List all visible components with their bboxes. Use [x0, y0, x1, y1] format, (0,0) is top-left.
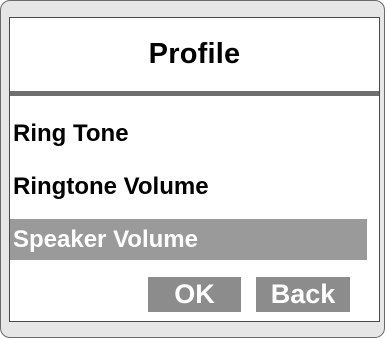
- ok-button-label: OK: [174, 279, 215, 309]
- device-frame: Profile Ring Tone Ringtone Volume Speake…: [0, 0, 385, 338]
- menu-item-label: Ring Tone: [13, 119, 129, 147]
- menu-item-ring-tone[interactable]: Ring Tone: [10, 113, 379, 154]
- title-divider: [10, 91, 379, 96]
- softkey-bar: OK Back: [10, 277, 379, 317]
- profile-menu: Ring Tone Ringtone Volume Speaker Volume: [10, 113, 379, 272]
- page-title: Profile: [148, 38, 241, 70]
- title-bar: Profile: [10, 18, 379, 91]
- back-button[interactable]: Back: [256, 277, 350, 312]
- ok-button[interactable]: OK: [148, 277, 241, 312]
- menu-item-ringtone-volume[interactable]: Ringtone Volume: [10, 166, 379, 207]
- phone-screen: Profile Ring Tone Ringtone Volume Speake…: [9, 17, 380, 322]
- menu-item-label: Ringtone Volume: [13, 172, 209, 200]
- menu-item-label: Speaker Volume: [13, 225, 198, 253]
- menu-item-speaker-volume[interactable]: Speaker Volume: [10, 219, 367, 260]
- back-button-label: Back: [270, 279, 336, 309]
